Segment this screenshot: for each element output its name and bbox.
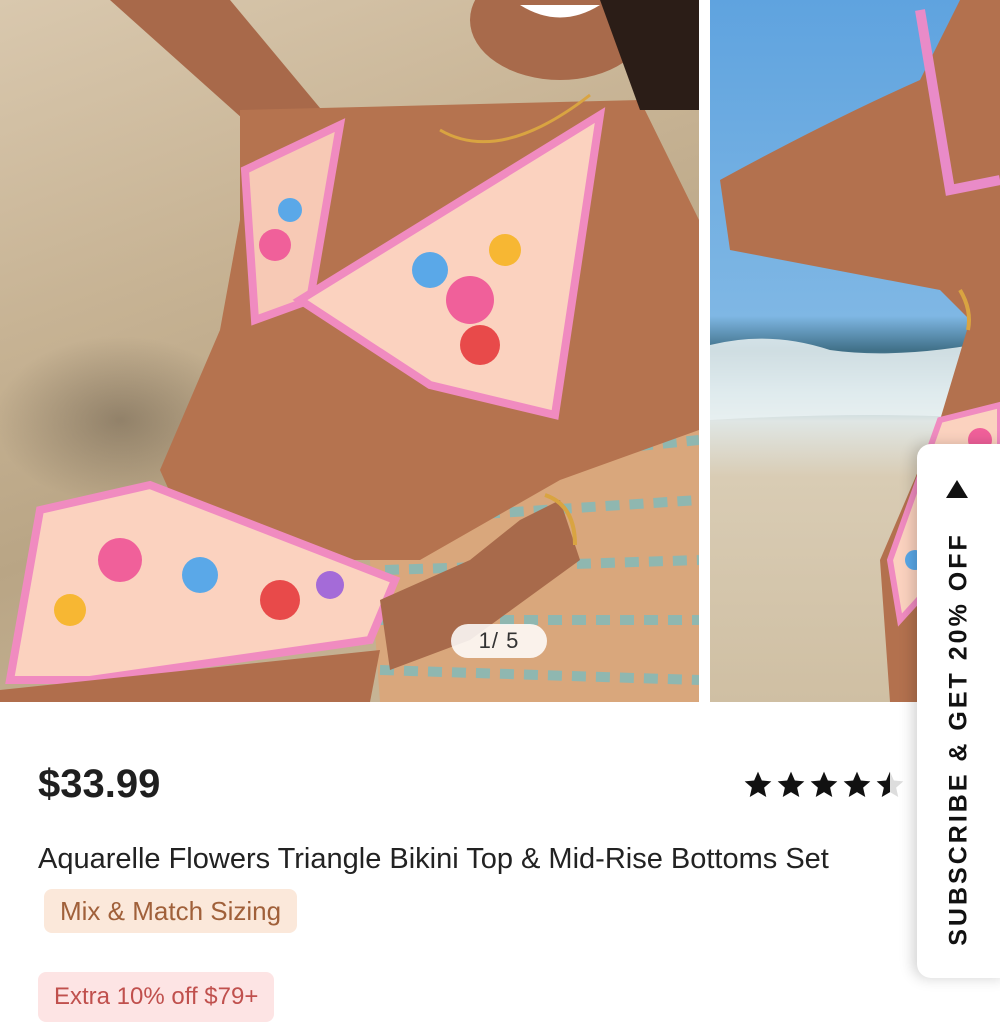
- product-price: $33.99: [38, 762, 161, 806]
- promo-badge: Extra 10% off $79+: [38, 972, 275, 1022]
- star-full-icon: [843, 771, 871, 797]
- subscribe-tab-label: SUBSCRIBE & GET 20% OFF: [944, 532, 973, 946]
- triangle-up-icon: [946, 480, 968, 498]
- image-page-indicator: 1/ 5: [451, 624, 547, 658]
- subscribe-discount-tab[interactable]: SUBSCRIBE & GET 20% OFF: [917, 444, 1000, 978]
- product-image-gallery[interactable]: 1/ 5: [0, 0, 1000, 702]
- star-full-icon: [744, 771, 772, 797]
- mix-match-sizing-chip[interactable]: Mix & Match Sizing: [44, 889, 298, 934]
- product-photo-main[interactable]: 1/ 5: [0, 0, 699, 702]
- photo-illustration: [0, 0, 699, 702]
- star-half-icon: [876, 771, 904, 797]
- rating-stars[interactable]: [742, 765, 907, 805]
- product-title-text: Aquarelle Flowers Triangle Bikini Top & …: [38, 843, 829, 875]
- star-full-icon: [810, 771, 838, 797]
- star-full-icon: [777, 771, 805, 797]
- product-title: Aquarelle Flowers Triangle Bikini Top & …: [38, 832, 918, 940]
